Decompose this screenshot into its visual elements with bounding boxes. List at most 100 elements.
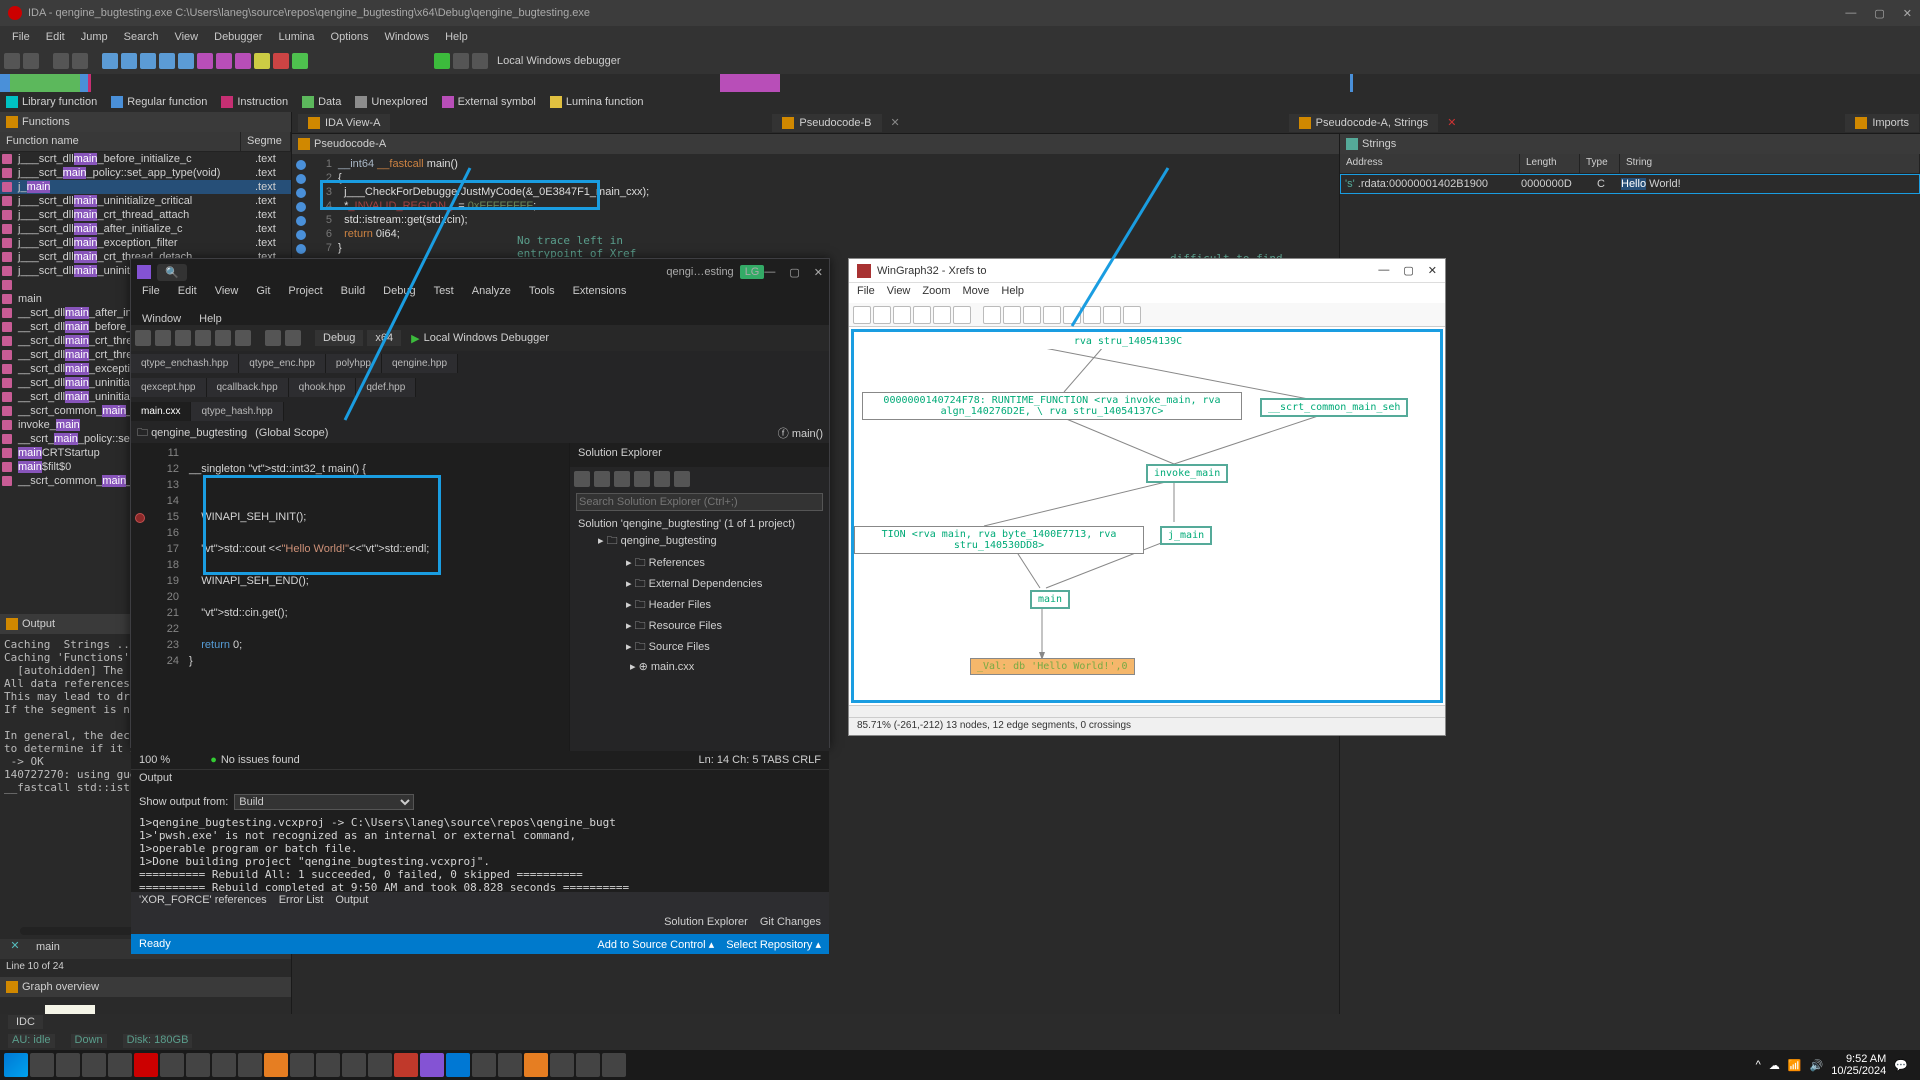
wg-menu-zoom[interactable]: Zoom [922, 285, 950, 297]
task-app-icon[interactable] [212, 1053, 236, 1077]
vs-zoom[interactable]: 100 % [139, 754, 170, 766]
stop-icon[interactable] [472, 53, 488, 69]
function-row[interactable]: j___scrt_dllmain_crt_thread_attach.text [0, 208, 291, 222]
tab-pseudocode-b[interactable]: Pseudocode-B [772, 114, 881, 132]
menu-debugger[interactable]: Debugger [206, 31, 270, 43]
task-app-icon[interactable] [446, 1053, 470, 1077]
vs-search[interactable]: 🔍 [157, 264, 187, 281]
task-app-icon[interactable] [576, 1053, 600, 1077]
toolbar-btn[interactable] [292, 53, 308, 69]
task-app-icon[interactable] [316, 1053, 340, 1077]
menu-search[interactable]: Search [116, 31, 167, 43]
vs-save-icon[interactable] [215, 330, 231, 346]
toolbar-btn[interactable] [159, 53, 175, 69]
wg-btn[interactable] [933, 306, 951, 324]
tray-cloud-icon[interactable]: ☁ [1769, 1059, 1780, 1072]
tray-notifications-icon[interactable]: 💬 [1894, 1059, 1908, 1072]
menu-edit[interactable]: Edit [38, 31, 73, 43]
pause-icon[interactable] [453, 53, 469, 69]
vs-back-icon[interactable] [135, 330, 151, 346]
graph-node-target[interactable]: _Val: db 'Hello World!',0 [970, 658, 1135, 675]
sln-props-icon[interactable] [674, 471, 690, 487]
vs-menu-window[interactable]: Window [137, 313, 186, 325]
sln-refresh-icon[interactable] [614, 471, 630, 487]
tab-solution-explorer[interactable]: Solution Explorer [664, 916, 748, 932]
wg-zoom-fit-icon[interactable] [853, 306, 871, 324]
wg-btn[interactable] [1123, 306, 1141, 324]
tab-ida-view-a[interactable]: IDA View-A [298, 114, 390, 132]
vs-tab[interactable]: qhook.hpp [289, 378, 357, 397]
wg-btn[interactable] [1023, 306, 1041, 324]
task-app-icon[interactable] [420, 1053, 444, 1077]
toolbar-fwd-icon[interactable] [72, 53, 88, 69]
tab-git-changes[interactable]: Git Changes [760, 916, 821, 932]
tab-close-icon[interactable]: ✕ [883, 116, 908, 129]
graph-node[interactable]: rva stru_14054139C [928, 334, 1328, 349]
output-filter-select[interactable]: Build [234, 794, 414, 810]
toolbar-btn[interactable] [197, 53, 213, 69]
graph-node[interactable]: main [1030, 590, 1070, 609]
start-button-icon[interactable] [4, 1053, 28, 1077]
vs-menu-analyze[interactable]: Analyze [467, 285, 516, 297]
tray-volume-icon[interactable]: 🔊 [1810, 1059, 1824, 1072]
tab-pseudocode-a-strings[interactable]: Pseudocode-A, Strings [1289, 114, 1439, 132]
task-app-icon[interactable] [264, 1053, 288, 1077]
search-icon[interactable] [30, 1053, 54, 1077]
sln-folder[interactable]: ▸ 🗀 Resource Files [586, 616, 825, 637]
vs-menu-edit[interactable]: Edit [173, 285, 202, 297]
vs-tab[interactable]: qcallback.hpp [207, 378, 289, 397]
vs-menu-build[interactable]: Build [336, 285, 370, 297]
strings-row[interactable]: 's' .rdata:00000001402B1900 0000000D C H… [1340, 174, 1920, 194]
menu-windows[interactable]: Windows [376, 31, 437, 43]
taskbar-date[interactable]: 10/25/2024 [1831, 1065, 1886, 1077]
toolbar-btn[interactable] [216, 53, 232, 69]
task-app-icon[interactable] [82, 1053, 106, 1077]
vs-fwd-icon[interactable] [155, 330, 171, 346]
wg-btn[interactable] [1083, 306, 1101, 324]
function-row[interactable]: j___scrt_dllmain_before_initialize_c.tex… [0, 152, 291, 166]
task-app-icon[interactable] [550, 1053, 574, 1077]
wg-menu-file[interactable]: File [857, 285, 875, 297]
vs-tab[interactable]: qtype_enchash.hpp [131, 354, 239, 373]
maximize-button[interactable]: ▢ [1874, 7, 1884, 20]
vs-platform[interactable]: x64 [367, 330, 401, 346]
vs-debugger[interactable]: Local Windows Debugger [424, 332, 549, 344]
vs-close[interactable]: ✕ [814, 266, 823, 279]
output-log[interactable]: 1>qengine_bugtesting.vcxproj -> C:\Users… [131, 814, 829, 892]
function-row[interactable]: j___scrt_dllmain_after_initialize_c.text [0, 222, 291, 236]
vs-scope-ns[interactable]: 🗀 qengine_bugtesting [137, 424, 247, 443]
wg-zoom-in-icon[interactable] [873, 306, 891, 324]
graph-node[interactable]: TION <rva main, rva byte_1400E7713, rva … [854, 526, 1144, 554]
wg-canvas[interactable]: rva stru_14054139C 0000000140724F78: RUN… [851, 329, 1443, 703]
task-app-icon[interactable] [186, 1053, 210, 1077]
wg-btn[interactable] [983, 306, 1001, 324]
vs-menu-tools[interactable]: Tools [524, 285, 560, 297]
vs-open-icon[interactable] [195, 330, 211, 346]
task-app-icon[interactable] [498, 1053, 522, 1077]
toolbar-btn[interactable] [102, 53, 118, 69]
vs-run-icon[interactable]: ▶ [411, 332, 419, 345]
sln-folder[interactable]: ▸ 🗀 Source Files [586, 637, 825, 658]
close-button[interactable]: ✕ [1903, 7, 1912, 20]
menu-options[interactable]: Options [323, 31, 377, 43]
task-app-icon[interactable] [160, 1053, 184, 1077]
menu-view[interactable]: View [166, 31, 206, 43]
menu-jump[interactable]: Jump [73, 31, 116, 43]
vs-max[interactable]: ▢ [789, 266, 799, 279]
graph-node[interactable]: __scrt_common_main_seh [1260, 398, 1408, 417]
vs-tab[interactable]: qdef.hpp [356, 378, 416, 397]
task-app-icon[interactable] [134, 1053, 158, 1077]
wg-min[interactable]: — [1378, 264, 1389, 277]
debugger-select[interactable]: Local Windows debugger [497, 55, 621, 67]
vs-add-source-control[interactable]: Add to Source Control ▴ [597, 938, 714, 951]
vs-redo-icon[interactable] [285, 330, 301, 346]
task-app-icon[interactable] [602, 1053, 626, 1077]
sln-showall-icon[interactable] [654, 471, 670, 487]
vs-undo-icon[interactable] [265, 330, 281, 346]
function-row[interactable]: j_main.text [0, 180, 291, 194]
wg-close[interactable]: ✕ [1428, 264, 1437, 277]
sln-sync-icon[interactable] [594, 471, 610, 487]
wg-btn[interactable] [953, 306, 971, 324]
toolbar-btn[interactable] [235, 53, 251, 69]
graph-node[interactable]: 0000000140724F78: RUNTIME_FUNCTION <rva … [862, 392, 1242, 420]
